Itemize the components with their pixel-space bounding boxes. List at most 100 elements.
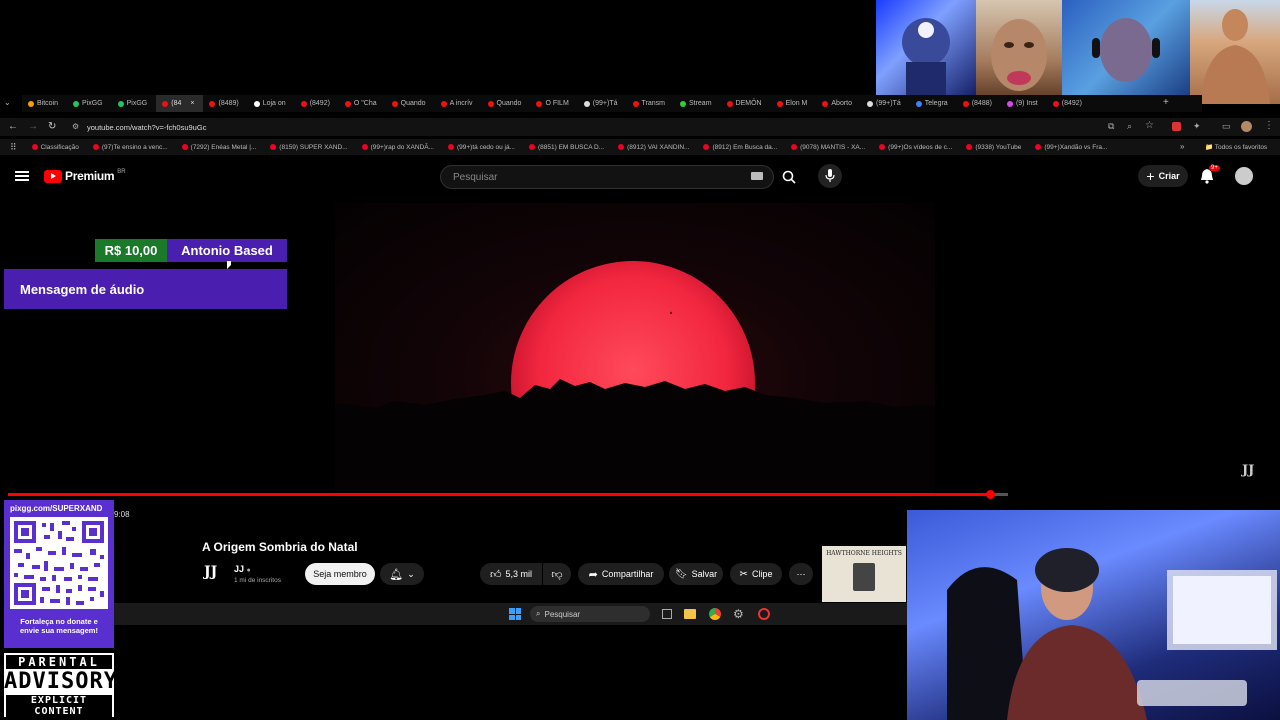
bookmark-item[interactable]: (9338) YouTube [959, 144, 1028, 151]
browser-tab[interactable]: Transm [627, 95, 674, 112]
notifications-button[interactable]: 9+ [1200, 165, 1220, 189]
channel-watermark[interactable]: JJ [1242, 463, 1254, 478]
browser-tab[interactable]: DEMÔN [721, 95, 771, 112]
share-button[interactable]: ➦ Compartilhar [578, 563, 664, 585]
more-actions-button[interactable]: ⋯ [789, 563, 813, 585]
keyboard-icon[interactable] [751, 172, 763, 180]
browser-tab[interactable]: Quando [482, 95, 531, 112]
browser-tab[interactable]: O "Cha [339, 95, 386, 112]
progress-bar[interactable] [8, 493, 1008, 496]
streamer-webcam [907, 510, 1280, 720]
browser-tab[interactable]: (99+)Tá [578, 95, 627, 112]
app-icon[interactable] [758, 608, 770, 620]
bookmark-item[interactable]: (9078) MANTIS - XA... [784, 144, 872, 151]
bookmark-favicon-icon [703, 144, 710, 150]
clip-label: Clipe [751, 569, 773, 579]
bookmark-item[interactable]: (8912) Em Busca da... [696, 144, 784, 151]
profile-avatar[interactable] [1241, 121, 1252, 132]
star-icon[interactable]: ☆ [1145, 120, 1154, 131]
save-button[interactable]: 🔖︎ Salvar [669, 563, 723, 585]
close-tab-icon[interactable]: × [190, 100, 194, 107]
browser-tab[interactable]: (84 × [156, 95, 204, 112]
bookmark-item[interactable]: (99+)tá cedo ou já... [441, 144, 522, 151]
bookmark-item[interactable]: (8159) SUPER XAND... [263, 144, 354, 151]
browser-tab[interactable]: Elon M [771, 95, 817, 112]
clip-button[interactable]: ✂ Clipe [730, 563, 782, 585]
parental-advisory-label: PARENTAL ADVISORY EXPLICIT CONTENT [4, 653, 117, 717]
more-icon: ⋯ [796, 568, 806, 579]
browser-tab[interactable]: (8492) [295, 95, 339, 112]
browser-tab[interactable]: PixGG [112, 95, 157, 112]
account-avatar[interactable] [1235, 167, 1253, 185]
install-icon[interactable]: ⧉ [1108, 121, 1114, 132]
bookmarks-bar: ⠿ Classificação (97)Te ensino a venc... (7… [0, 139, 1280, 155]
browser-tab[interactable]: Bitcoin [22, 95, 67, 112]
all-bookmarks[interactable]: 📁 Todos os favoritos [1205, 143, 1267, 151]
browser-tab[interactable]: (8492) [1047, 95, 1091, 112]
tab-favicon-icon [209, 100, 216, 107]
browser-tab[interactable]: Loja on [248, 95, 295, 112]
bookmark-label: (9078) MANTIS - XA... [800, 143, 866, 151]
meme-face-image [976, 0, 1062, 100]
like-button[interactable]: 👍︎ 5,3 mil [480, 563, 542, 585]
zoom-icon[interactable]: ⌕ [1127, 121, 1132, 132]
bookmark-item[interactable]: (99+)Os vídeos de c... [872, 144, 959, 151]
browser-tab[interactable]: Telegra [910, 95, 957, 112]
chrome-icon[interactable] [709, 608, 721, 620]
menu-icon[interactable] [15, 169, 29, 183]
extensions-icon[interactable]: ✦ [1193, 121, 1201, 132]
tab-favicon-icon [253, 100, 260, 107]
new-tab-button[interactable]: + [1163, 97, 1169, 108]
bookmarks-overflow-icon[interactable]: » [1180, 142, 1184, 151]
channel-avatar[interactable]: JJ [204, 564, 217, 580]
tab-list-button[interactable]: ⌄ [4, 98, 11, 107]
join-button[interactable]: Seja membro [305, 563, 375, 585]
bookmark-item[interactable]: (8912) VAI XANDIN... [611, 144, 696, 151]
browser-tab[interactable]: Stream [674, 95, 721, 112]
voice-search-button[interactable] [818, 164, 842, 188]
site-info-icon[interactable]: ⚙ [72, 122, 79, 131]
browser-tab[interactable]: (99+)Tá [861, 95, 910, 112]
video-player[interactable] [335, 203, 935, 493]
bookmark-item[interactable]: (8851) EM BUSCA D... [522, 144, 611, 151]
browser-tab[interactable]: (8488) [957, 95, 1001, 112]
youtube-logo[interactable]: Premium BR [44, 169, 126, 183]
reload-icon[interactable]: ↻ [48, 121, 56, 132]
browser-menu-icon[interactable]: ⋮ [1264, 120, 1274, 131]
dislike-button[interactable]: 👎︎ [543, 563, 571, 585]
sidebar-icon[interactable]: ▭ [1222, 121, 1231, 132]
tab-favicon-icon [536, 100, 543, 107]
search-button[interactable] [775, 165, 803, 189]
browser-tab[interactable]: O FILM [530, 95, 577, 112]
browser-tab[interactable]: A incrív [435, 95, 482, 112]
scrubber-handle[interactable] [986, 490, 995, 499]
extension-red-icon[interactable] [1172, 122, 1181, 131]
suggested-video-thumbnail[interactable]: HAWTHORNE HEIGHTS [822, 546, 906, 602]
apps-grid-icon[interactable]: ⠿ [0, 142, 25, 153]
browser-tab[interactable]: (9) Inst [1001, 95, 1047, 112]
windows-start-icon[interactable] [509, 608, 521, 620]
bookmark-label: (9338) YouTube [975, 143, 1022, 151]
browser-tab[interactable]: PixGG [67, 95, 112, 112]
settings-gear-icon[interactable]: ⚙ [733, 607, 744, 621]
subscribed-button[interactable]: 🔔︎ ⌄ [380, 563, 424, 585]
bookmark-item[interactable]: (97)Te ensino a venc... [86, 144, 175, 151]
back-icon[interactable]: ← [8, 121, 18, 132]
bookmark-item[interactable]: (99+)rap do XANDÃ... [355, 144, 441, 151]
bookmark-item[interactable]: Classificação [25, 144, 86, 151]
browser-tab[interactable]: Aborto [816, 95, 861, 112]
address-url[interactable]: youtube.com/watch?v=-fch0su9uGc [87, 123, 206, 132]
taskbar-search[interactable]: ⌕ Pesquisar [530, 606, 650, 622]
bookmark-favicon-icon [528, 144, 535, 150]
forward-icon[interactable]: → [28, 121, 38, 132]
tab-favicon-icon [776, 100, 783, 107]
bookmark-item[interactable]: (7292) Enéas Metal |... [175, 144, 264, 151]
search-input[interactable]: Pesquisar [440, 165, 774, 189]
task-view-icon[interactable] [662, 609, 672, 619]
browser-tab[interactable]: Quando [386, 95, 435, 112]
channel-name[interactable]: JJ ● [234, 564, 251, 574]
file-explorer-icon[interactable] [684, 609, 696, 619]
browser-tab[interactable]: (8489) [203, 95, 247, 112]
bookmark-item[interactable]: (99+)Xandão vs Fra... [1028, 144, 1114, 151]
create-button[interactable]: + Criar [1138, 165, 1188, 187]
